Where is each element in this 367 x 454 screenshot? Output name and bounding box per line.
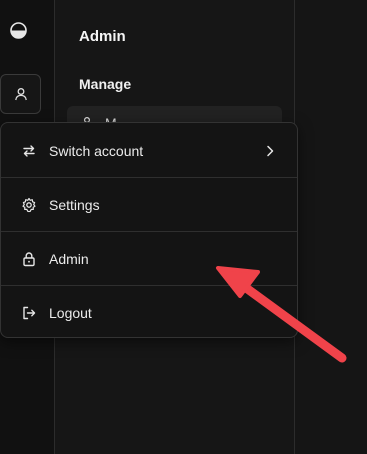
chevron-right-icon — [267, 145, 274, 156]
account-button[interactable] — [0, 74, 41, 114]
menu-item-logout[interactable]: Logout — [1, 286, 297, 337]
account-menu: Switch account Settings Admin Logout — [0, 122, 298, 338]
menu-item-label: Settings — [49, 196, 100, 213]
content-area — [295, 0, 367, 454]
menu-item-label: Logout — [49, 304, 92, 321]
logout-icon — [21, 305, 37, 321]
menu-item-label: Switch account — [49, 142, 144, 159]
app-logo-icon[interactable] — [10, 22, 27, 39]
menu-item-label: Admin — [49, 250, 89, 267]
lock-icon — [21, 251, 37, 267]
switch-arrows-icon — [21, 143, 37, 159]
menu-item-settings[interactable]: Settings — [1, 178, 297, 231]
menu-item-admin[interactable]: Admin — [1, 232, 297, 285]
gear-icon — [21, 197, 37, 213]
panel-title: Admin — [79, 28, 126, 45]
app-window: Admin Manage M... Switch account — [0, 0, 367, 454]
user-icon — [14, 88, 27, 101]
section-label-manage: Manage — [79, 76, 132, 92]
menu-item-switch-account[interactable]: Switch account — [1, 124, 297, 177]
